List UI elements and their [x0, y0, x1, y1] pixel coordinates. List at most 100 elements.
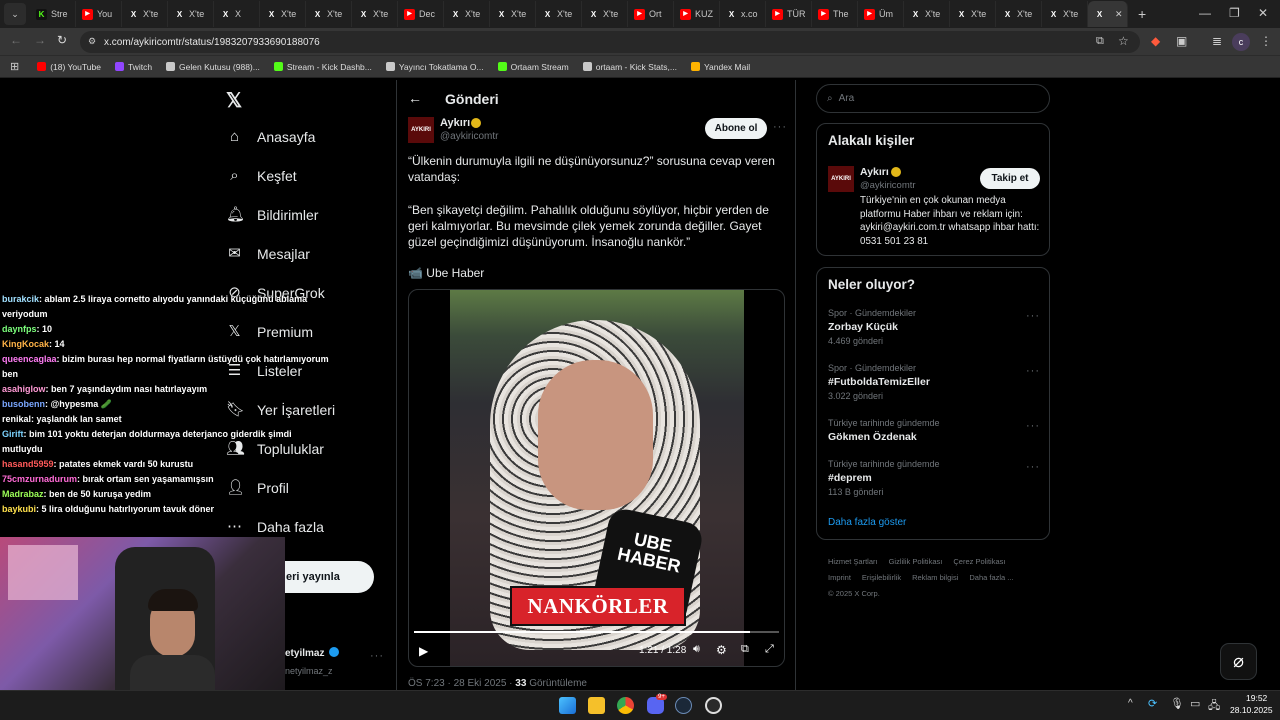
browser-tab[interactable]: X X'te	[306, 1, 352, 27]
browser-tab[interactable]: ▶ Dec	[398, 1, 444, 27]
reload-icon[interactable]: ↻	[57, 33, 67, 47]
grok-button[interactable]: ⌀	[1220, 643, 1257, 680]
browser-tab[interactable]: XX	[214, 1, 260, 27]
settings-gear-icon[interactable]: ⚙	[716, 643, 727, 657]
bookmark-item[interactable]: Gelen Kutusu (988)...	[166, 62, 260, 72]
trend-more-icon[interactable]: ···	[1026, 420, 1040, 432]
footer-link[interactable]: Çerez Politikası	[953, 557, 1005, 566]
active-tab[interactable]: X ✕	[1088, 1, 1128, 27]
apps-grid-icon[interactable]: ⊞	[10, 60, 19, 73]
site-info-icon[interactable]: ⚙	[88, 36, 96, 47]
bookmark-item[interactable]: Twitch	[114, 62, 152, 72]
steam-icon[interactable]	[675, 697, 692, 714]
clock-time[interactable]: 19:52	[1246, 693, 1267, 703]
follow-button[interactable]: Takip et	[980, 168, 1040, 189]
video-player[interactable]: UBE HABER NANKÖRLER ▶ 1:21 / 1:28 🔊︎ ⚙ ⧉…	[408, 289, 785, 667]
trend-more-icon[interactable]: ···	[1026, 461, 1040, 473]
x-logo-icon[interactable]: 𝕏	[226, 88, 242, 113]
footer-link[interactable]: Erişilebilirlik	[862, 573, 901, 582]
trend-item[interactable]: Türkiye tarihinde gündemde Gökmen Özdenak…	[828, 418, 1040, 446]
bookmark-item[interactable]: Stream - Kick Dashb...	[273, 62, 372, 72]
trend-item[interactable]: Spor · Gündemdekiler #FutboldaTemizEller 3…	[828, 363, 1040, 401]
extension-icon[interactable]: ◆	[1151, 34, 1160, 48]
footer-link[interactable]: Reklam bilgisi	[912, 573, 958, 582]
browser-tab[interactable]: X X'te	[904, 1, 950, 27]
nav-item-mail[interactable]: ✉ Mesajlar	[226, 245, 310, 262]
post-author-name[interactable]: Aykırı	[440, 117, 470, 129]
back-icon[interactable]: ←	[10, 33, 22, 47]
forward-icon[interactable]: →	[34, 33, 46, 47]
browser-tab[interactable]: X X'te	[122, 1, 168, 27]
browser-menu-icon[interactable]: ⋮	[1260, 34, 1272, 48]
browser-tab[interactable]: ▶ Üm	[858, 1, 904, 27]
footer-link[interactable]: Hizmet Şartları	[828, 557, 878, 566]
trend-item[interactable]: Türkiye tarihinde gündemde #deprem 113 B g…	[828, 459, 1040, 497]
browser-tab[interactable]: X X'te	[352, 1, 398, 27]
browser-tab[interactable]: ▶ KUZ	[674, 1, 720, 27]
browser-tab[interactable]: ▶ TÜR	[766, 1, 812, 27]
browser-tab[interactable]: X X'te	[1042, 1, 1088, 27]
play-icon[interactable]: ▶	[419, 644, 428, 658]
browser-tab[interactable]: X X'te	[536, 1, 582, 27]
tab-search-dropdown[interactable]: ⌄	[4, 3, 26, 25]
browser-tab[interactable]: X X'te	[996, 1, 1042, 27]
related-name[interactable]: Aykırı	[860, 166, 889, 178]
extensions-puzzle-icon[interactable]: ▣	[1176, 34, 1187, 48]
display-icon[interactable]: ▭	[1190, 697, 1200, 710]
bookmark-star-icon[interactable]: ☆	[1118, 34, 1129, 48]
show-more-link[interactable]: Daha fazla göster	[828, 517, 906, 528]
subscribe-button[interactable]: Abone ol	[705, 118, 767, 139]
post-author-avatar[interactable]: AYKIRI	[408, 117, 434, 143]
install-app-icon[interactable]: ⧉	[1096, 35, 1104, 48]
bookmark-item[interactable]: (18) YouTube	[37, 62, 101, 72]
media-control-icon[interactable]: ≣	[1212, 34, 1222, 48]
post-author-handle[interactable]: @aykiricomtr	[440, 131, 499, 142]
browser-tab[interactable]: X X'te	[444, 1, 490, 27]
bookmark-item[interactable]: Yayıncı Tokatlama O...	[385, 62, 484, 72]
file-explorer-icon[interactable]	[588, 697, 605, 714]
trend-more-icon[interactable]: ···	[1026, 365, 1040, 377]
obs-icon[interactable]	[705, 697, 722, 714]
nav-item-search[interactable]: ⌕ Keşfet	[226, 167, 296, 184]
windows-start-icon[interactable]	[559, 697, 576, 714]
related-avatar[interactable]: AYKIRI	[828, 166, 854, 192]
new-tab-button[interactable]: +	[1138, 6, 1146, 22]
bookmark-item[interactable]: Yandex Mail	[690, 62, 750, 72]
post-more-icon[interactable]: ···	[773, 121, 787, 133]
video-progress-track[interactable]	[414, 631, 779, 633]
microphone-icon[interactable]: 🎙︎	[1170, 697, 1184, 710]
volume-icon[interactable]: 🔊︎	[693, 643, 700, 656]
browser-tab[interactable]: K Stre	[30, 1, 76, 27]
profile-avatar[interactable]: c	[1232, 33, 1250, 51]
browser-tab[interactable]: X X'te	[582, 1, 628, 27]
bookmark-item[interactable]: Ortaam Stream	[497, 62, 569, 72]
picture-in-picture-icon[interactable]: ⧉	[741, 643, 749, 656]
browser-tab[interactable]: ▶ The	[812, 1, 858, 27]
minimize-button[interactable]: —	[1199, 6, 1211, 20]
chrome-icon[interactable]	[617, 697, 634, 714]
post-timestamp[interactable]: ÖS 7:23 · 28 Eki 2025 ·	[408, 678, 515, 689]
close-window-button[interactable]: ✕	[1258, 6, 1268, 20]
bookmark-item[interactable]: ortaam - Kick Stats,...	[582, 62, 677, 72]
footer-link[interactable]: Imprint	[828, 573, 851, 582]
nav-item-bell[interactable]: 🔔︎ Bildirimler	[226, 206, 318, 223]
browser-tab[interactable]: Xx.co	[720, 1, 766, 27]
fullscreen-icon[interactable]: ⤢	[765, 643, 774, 656]
search-input[interactable]: ⌕ Ara	[816, 84, 1050, 113]
back-arrow-icon[interactable]: ←	[408, 90, 422, 106]
browser-tab[interactable]: ▶ Ort	[628, 1, 674, 27]
trend-item[interactable]: Spor · Gündemdekiler Zorbay Küçük 4.469 gö…	[828, 308, 1040, 346]
maximize-button[interactable]: ❐	[1229, 6, 1240, 20]
trend-more-icon[interactable]: ···	[1026, 310, 1040, 322]
browser-tab[interactable]: X X'te	[260, 1, 306, 27]
clock-date[interactable]: 28.10.2025	[1230, 705, 1273, 715]
tray-sync-icon[interactable]: ⟳	[1148, 697, 1157, 710]
url-text[interactable]: x.com/aykiricomtr/status/198320793369018…	[104, 37, 320, 48]
browser-tab[interactable]: X X'te	[490, 1, 536, 27]
network-icon[interactable]: 🖧︎	[1208, 697, 1220, 716]
tray-chevron-icon[interactable]: ^	[1128, 698, 1133, 709]
footer-link[interactable]: Gizlilik Politikası	[889, 557, 943, 566]
account-more-icon[interactable]: ···	[370, 650, 384, 662]
footer-link[interactable]: Daha fazla ...	[969, 573, 1013, 582]
nav-item-home[interactable]: ⌂ Anasayfa	[226, 128, 315, 145]
